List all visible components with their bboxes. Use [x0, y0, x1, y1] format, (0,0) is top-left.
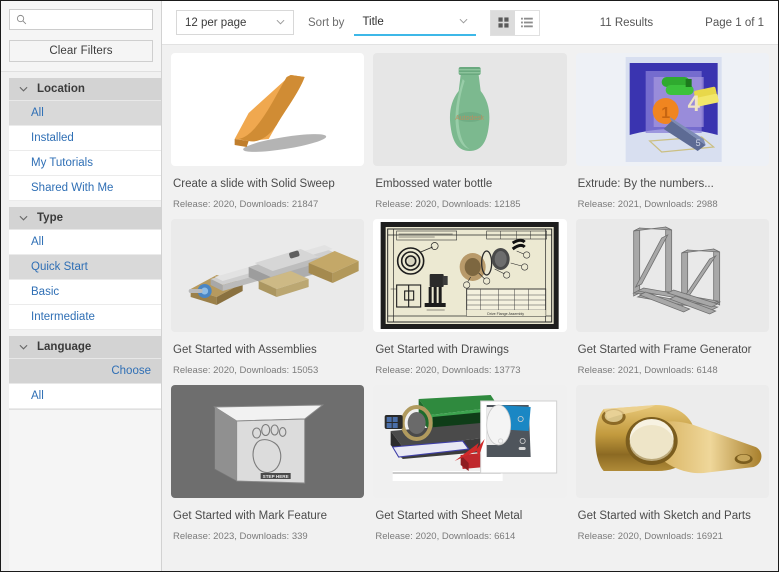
- tutorial-thumbnail[interactable]: [575, 219, 769, 332]
- tutorial-card[interactable]: Get Started with Assemblies Release: 2020…: [171, 219, 365, 376]
- facet-title: Type: [37, 212, 63, 224]
- tutorial-thumbnail[interactable]: [171, 219, 365, 332]
- card-grid-scroll[interactable]: Create a slide with Solid Sweep Release: …: [162, 45, 778, 571]
- tutorial-meta: Release: 2023, Downloads: 339: [173, 531, 308, 542]
- grid-view-button[interactable]: [491, 10, 516, 35]
- sidebar-item-my-tutorials[interactable]: My Tutorials: [9, 151, 161, 176]
- tutorial-card[interactable]: STEP HERE Get Started with Mark Feature R…: [171, 385, 365, 542]
- tutorial-card[interactable]: Drive Flange Assembly Get Started with D…: [373, 219, 567, 376]
- tutorial-title: Get Started with Frame Generator: [577, 344, 752, 356]
- tutorial-meta: Release: 2021, Downloads: 6148: [577, 365, 718, 376]
- page-indicator: Page 1 of 1: [705, 16, 764, 29]
- tutorial-thumbnail[interactable]: STEP HERE: [171, 385, 365, 498]
- language-choose-link[interactable]: Choose: [9, 359, 161, 384]
- tutorial-gallery-window: Clear Filters Location All Installed My Tut…: [0, 0, 779, 572]
- clear-filters-label: Clear Filters: [49, 45, 113, 57]
- sidebar-item-intermediate[interactable]: Intermediate: [9, 305, 161, 330]
- tutorial-thumbnail[interactable]: [373, 385, 567, 498]
- tutorial-meta: Release: 2020, Downloads: 21847: [173, 199, 319, 210]
- per-page-select[interactable]: 12 per page: [176, 10, 294, 35]
- toolbar: 12 per page Sort by Title 11 Results Pag…: [162, 1, 778, 45]
- facet-list: Location All Installed My Tutorials Shared W…: [1, 72, 161, 409]
- view-mode-toggle: [490, 9, 541, 36]
- tutorial-title: Get Started with Sheet Metal: [375, 510, 523, 522]
- tutorial-thumbnail[interactable]: 4 1 5: [575, 53, 769, 166]
- sidebar-item-basic[interactable]: Basic: [9, 280, 161, 305]
- results-summary: 11 Results Page 1 of 1: [600, 17, 764, 29]
- tutorial-meta: Release: 2020, Downloads: 12185: [375, 199, 521, 210]
- chevron-down-icon: [19, 214, 31, 223]
- tutorial-thumbnail[interactable]: Autodesk: [373, 53, 567, 166]
- tutorial-card[interactable]: Get Started with Frame Generator Release:…: [575, 219, 769, 376]
- grid-view-icon: [498, 17, 509, 28]
- facet-group-location: Location All Installed My Tutorials Shared W…: [1, 72, 161, 201]
- facet-header-type[interactable]: Type: [9, 207, 161, 230]
- tutorial-title: Get Started with Sketch and Parts: [577, 510, 751, 522]
- tutorial-thumbnail[interactable]: [171, 53, 365, 166]
- sort-by-value: Title: [362, 15, 384, 28]
- filter-sidebar: Clear Filters Location All Installed My Tut…: [1, 1, 162, 571]
- sidebar-item-all[interactable]: All: [9, 101, 161, 126]
- svg-text:Drive Flange Assembly: Drive Flange Assembly: [488, 312, 525, 316]
- tutorial-card[interactable]: 4 1 5 Extrude: By the numbers... Release:…: [575, 53, 769, 210]
- card-grid: Create a slide with Solid Sweep Release: …: [162, 53, 778, 542]
- list-view-icon: [521, 17, 534, 28]
- tutorial-thumbnail[interactable]: Drive Flange Assembly: [373, 219, 567, 332]
- facet-title: Location: [37, 83, 85, 95]
- tutorial-title: Get Started with Drawings: [375, 344, 509, 356]
- facet-group-language: Language Choose All: [1, 330, 161, 409]
- tutorial-title: Extrude: By the numbers...: [577, 178, 714, 190]
- svg-text:1: 1: [661, 105, 670, 122]
- facet-header-location[interactable]: Location: [9, 78, 161, 101]
- chevron-down-icon: [19, 85, 31, 94]
- tutorial-meta: Release: 2020, Downloads: 6614: [375, 531, 516, 542]
- search-box[interactable]: [9, 9, 153, 30]
- facet-group-type: Type All Quick Start Basic Intermediate: [1, 201, 161, 330]
- tutorial-meta: Release: 2021, Downloads: 2988: [577, 199, 718, 210]
- svg-text:STEP HERE: STEP HERE: [263, 474, 289, 479]
- chevron-down-icon: [19, 343, 31, 352]
- tutorial-card[interactable]: Autodesk Embossed water bottle Release: 2…: [373, 53, 567, 210]
- sidebar-item-installed[interactable]: Installed: [9, 126, 161, 151]
- tutorial-title: Get Started with Assemblies: [173, 344, 317, 356]
- tutorial-card[interactable]: Get Started with Sketch and Parts Release…: [575, 385, 769, 542]
- results-count: 11 Results: [599, 16, 654, 29]
- svg-text:4: 4: [687, 91, 700, 116]
- chevron-down-icon: [445, 17, 468, 26]
- search-icon: [13, 14, 29, 25]
- tutorial-meta: Release: 2020, Downloads: 13773: [375, 365, 521, 376]
- tutorial-card[interactable]: Create a slide with Solid Sweep Release: …: [171, 53, 365, 210]
- svg-text:5: 5: [695, 138, 700, 148]
- sidebar-empty-area: [9, 409, 161, 571]
- tutorial-meta: Release: 2020, Downloads: 15053: [173, 365, 319, 376]
- sidebar-item-shared-with-me[interactable]: Shared With Me: [9, 176, 161, 201]
- tutorial-title: Get Started with Mark Feature: [173, 510, 328, 522]
- tutorial-card[interactable]: Get Started with Sheet Metal Release: 202…: [373, 385, 567, 542]
- tutorial-title: Embossed water bottle: [375, 178, 493, 190]
- tutorial-thumbnail[interactable]: [575, 385, 769, 498]
- chevron-down-icon: [262, 18, 285, 27]
- clear-filters-button[interactable]: Clear Filters: [9, 40, 153, 62]
- tutorial-title: Create a slide with Solid Sweep: [173, 178, 335, 190]
- facet-header-language[interactable]: Language: [9, 336, 161, 359]
- sidebar-item-quick-start[interactable]: Quick Start: [9, 255, 161, 280]
- sidebar-item-all[interactable]: All: [9, 230, 161, 255]
- per-page-value: 12 per page: [185, 16, 247, 29]
- facet-title: Language: [37, 341, 92, 353]
- tutorial-meta: Release: 2020, Downloads: 16921: [577, 531, 723, 542]
- sort-by-select[interactable]: Title: [354, 10, 477, 36]
- svg-text:Autodesk: Autodesk: [455, 115, 485, 122]
- search-input[interactable]: [29, 11, 152, 28]
- main-panel: 12 per page Sort by Title 11 Results Pag…: [162, 1, 778, 571]
- sort-by-label: Sort by: [308, 16, 345, 29]
- sidebar-item-all[interactable]: All: [9, 384, 161, 409]
- sidebar-search-section: Clear Filters: [1, 1, 161, 72]
- list-view-button[interactable]: [515, 10, 540, 35]
